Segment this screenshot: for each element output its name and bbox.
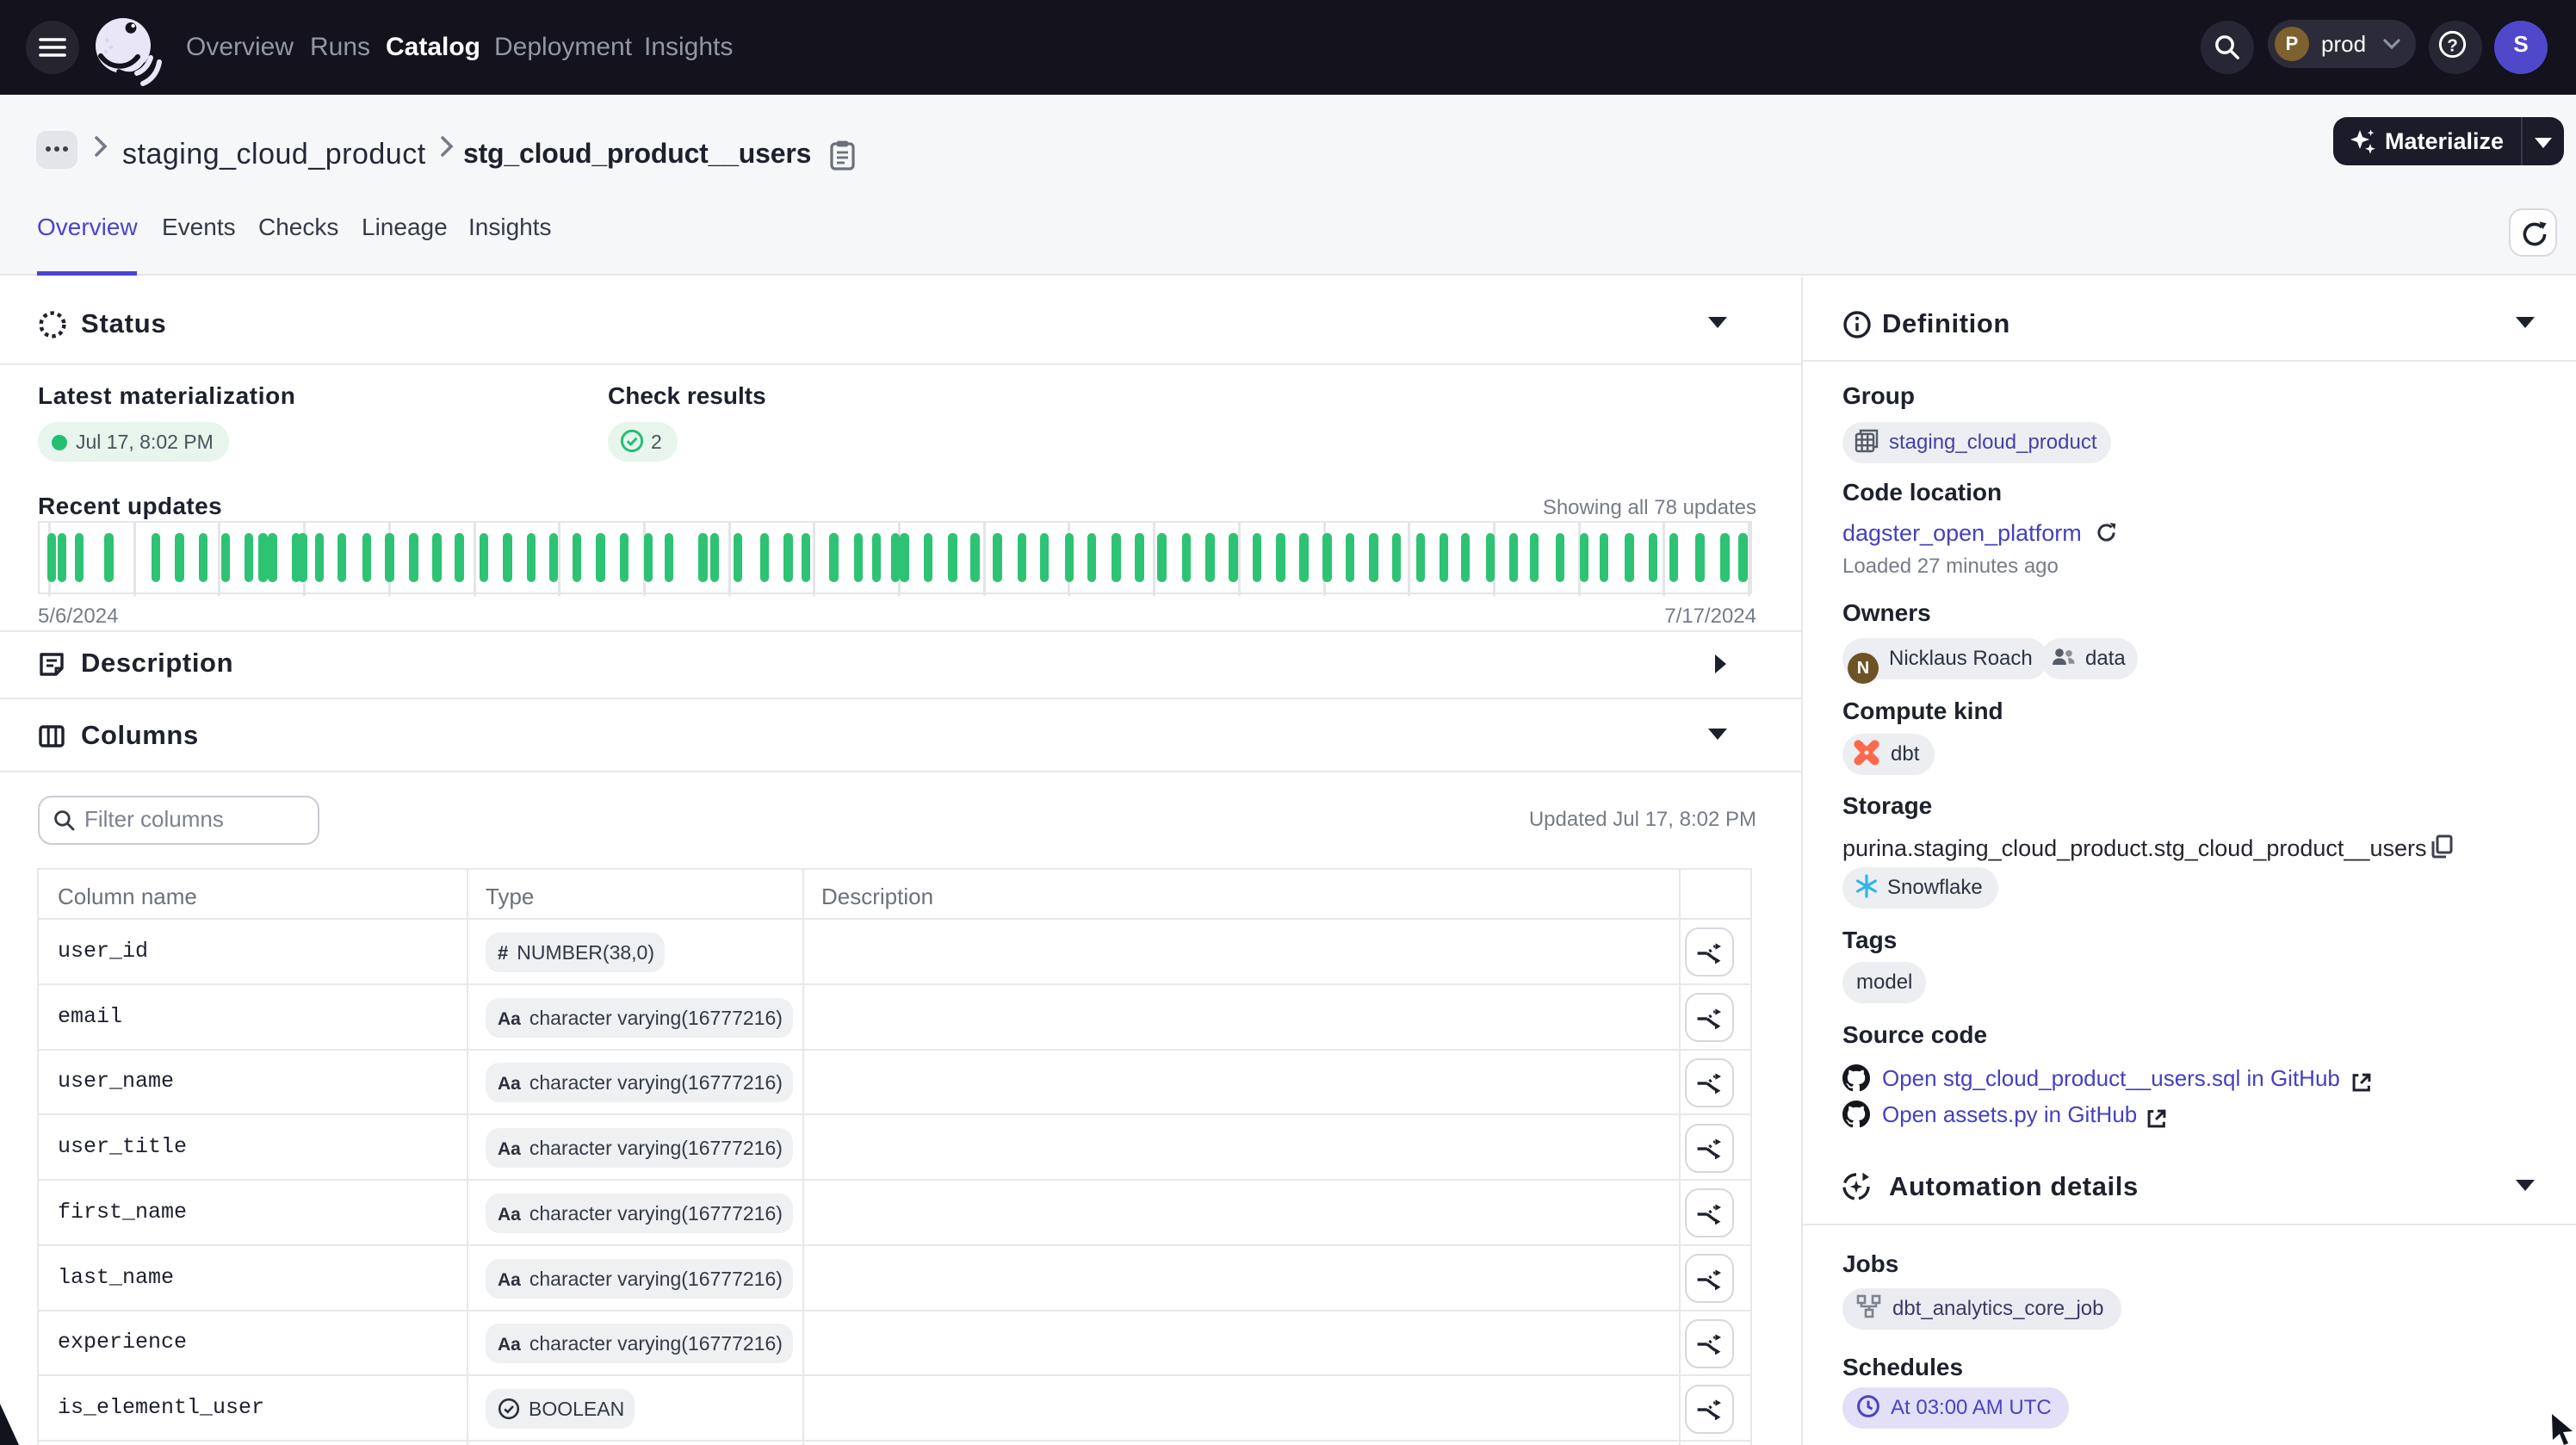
svg-text:?: ?: [2447, 35, 2458, 55]
